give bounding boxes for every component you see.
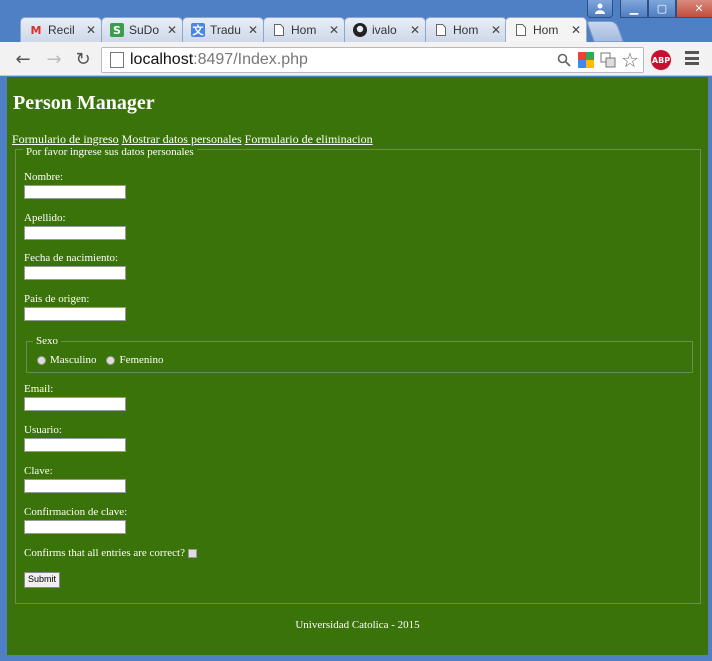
tab-label: Tradu [210, 23, 241, 37]
omnibox-icons: ☆ [555, 50, 639, 72]
tab-close-icon[interactable]: ✕ [166, 23, 178, 37]
tab-close-icon[interactable]: ✕ [85, 23, 97, 37]
tab-label: Recil [48, 23, 75, 37]
extension-icon[interactable] [577, 51, 595, 69]
page-content: Person Manager Formulario de ingreso Mos… [7, 77, 708, 655]
forward-button[interactable]: → [43, 48, 65, 70]
chrome-menu-button[interactable] [685, 51, 699, 65]
personal-data-fieldset: Por favor ingrese sus datos personales N… [15, 146, 701, 604]
radio-masculino[interactable] [37, 355, 46, 365]
tab-home-2[interactable]: Hom ✕ [425, 17, 507, 42]
nombre-label: Nombre: [24, 171, 64, 183]
fieldset-legend: Por favor ingrese sus datos personales [23, 146, 197, 158]
browser-window: ▁ ▢ ✕ M Recil ✕ S SuDo ✕ 文 Tradu ✕ Hom ✕… [0, 0, 712, 661]
page-icon [272, 23, 286, 37]
tab-sheets[interactable]: S SuDo ✕ [101, 17, 183, 42]
confirm-row: Confirms that all entries are correct? [24, 547, 197, 559]
address-bar[interactable]: localhost:8497/Index.php ☆ [101, 47, 644, 73]
usuario-label: Usuario: [24, 424, 62, 436]
close-icon: ✕ [694, 2, 704, 15]
fecha-nacimiento-label: Fecha de nacimiento: [24, 252, 119, 264]
confirm-label: Confirms that all entries are correct? [24, 547, 185, 559]
tab-gmail[interactable]: M Recil ✕ [20, 17, 102, 42]
page-icon [110, 52, 124, 68]
minimize-icon: ▁ [629, 2, 639, 15]
tab-label: SuDo [129, 23, 160, 37]
adblock-button[interactable]: ABP [651, 50, 671, 70]
nombre-input[interactable] [24, 185, 126, 199]
reload-icon: ↻ [75, 48, 91, 70]
link-formulario-eliminacion[interactable]: Formulario de eliminacion [245, 132, 373, 146]
email-label: Email: [24, 383, 54, 395]
gmail-icon: M [30, 23, 42, 37]
sheets-icon: S [110, 23, 124, 37]
tab-strip: M Recil ✕ S SuDo ✕ 文 Tradu ✕ Hom ✕ ivalo… [0, 15, 712, 42]
url-path: :8497/Index.php [193, 51, 308, 68]
github-icon [353, 23, 367, 37]
fecha-nacimiento-input[interactable] [24, 266, 126, 280]
confirm-checkbox[interactable] [187, 548, 197, 558]
sexo-fieldset: Sexo Masculino Femenino [26, 335, 693, 373]
url-host: localhost [130, 51, 194, 68]
tab-github[interactable]: ivalo ✕ [344, 17, 426, 42]
femenino-label: Femenino [119, 354, 164, 366]
search-icon[interactable] [555, 51, 573, 69]
arrow-right-icon: → [46, 48, 62, 70]
confirmacion-clave-label: Confirmacion de clave: [24, 506, 128, 518]
apellido-label: Apellido: [24, 212, 66, 224]
tab-home-active[interactable]: Hom ✕ [505, 17, 587, 42]
reload-button[interactable]: ↻ [72, 48, 94, 70]
tab-translate[interactable]: 文 Tradu ✕ [182, 17, 264, 42]
browser-toolbar: ← → ↻ localhost:8497/Index.php ☆ ABP [0, 42, 712, 76]
back-button[interactable]: ← [12, 48, 34, 70]
email-input[interactable] [24, 397, 126, 411]
tab-close-icon[interactable]: ✕ [570, 23, 582, 37]
page-icon [434, 23, 448, 37]
tab-label: Hom [453, 23, 479, 37]
page-footer: Universidad Catolica - 2015 [295, 619, 420, 631]
confirmacion-clave-input[interactable] [24, 520, 126, 534]
tab-close-icon[interactable]: ✕ [247, 23, 259, 37]
tab-home-1[interactable]: Hom ✕ [263, 17, 345, 42]
new-tab-button[interactable] [586, 21, 624, 42]
pais-origen-input[interactable] [24, 307, 126, 321]
star-icon[interactable]: ☆ [621, 50, 639, 72]
page-title: Person Manager [13, 92, 155, 114]
translate-page-icon[interactable] [599, 51, 617, 69]
tab-close-icon[interactable]: ✕ [409, 23, 421, 37]
tab-label: Hom [291, 23, 317, 37]
tab-close-icon[interactable]: ✕ [328, 23, 340, 37]
user-icon [595, 3, 605, 14]
apellido-input[interactable] [24, 226, 126, 240]
tab-close-icon[interactable]: ✕ [490, 23, 502, 37]
sexo-legend: Sexo [33, 335, 61, 347]
masculino-label: Masculino [50, 354, 97, 366]
pais-origen-label: Pais de origen: [24, 293, 90, 305]
radio-femenino[interactable] [106, 355, 116, 365]
usuario-input[interactable] [24, 438, 126, 452]
translate-icon: 文 [191, 23, 205, 37]
link-mostrar-datos[interactable]: Mostrar datos personales [122, 132, 242, 146]
link-formulario-ingreso[interactable]: Formulario de ingreso [12, 132, 119, 146]
sexo-options: Masculino Femenino [37, 354, 163, 366]
nav-links: Formulario de ingreso Mostrar datos pers… [12, 132, 373, 147]
clave-input[interactable] [24, 479, 126, 493]
clave-label: Clave: [24, 465, 53, 477]
page-icon [514, 23, 528, 37]
arrow-left-icon: ← [15, 48, 31, 70]
tab-label: ivalo [372, 23, 397, 37]
submit-button[interactable]: Submit [24, 572, 61, 588]
tab-label: Hom [533, 23, 559, 37]
maximize-icon: ▢ [656, 2, 668, 15]
